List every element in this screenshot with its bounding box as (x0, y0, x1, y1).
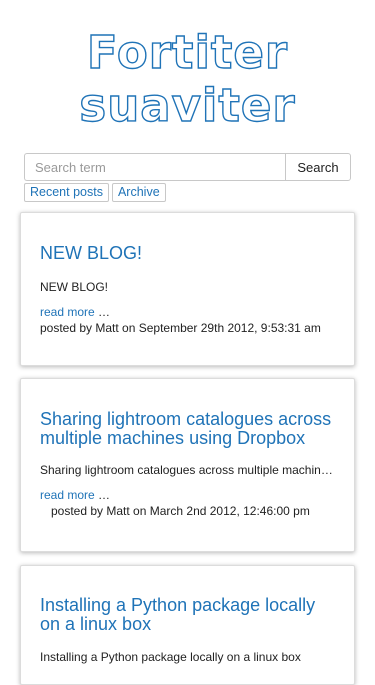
post-meta-block: read more … posted by Matt on September … (40, 304, 335, 336)
post-excerpt: Installing a Python package locally on a… (40, 650, 301, 664)
search-input[interactable] (24, 153, 285, 181)
post-excerpt: Sharing lightroom catalogues across mult… (40, 463, 335, 477)
post-meta: posted by Matt on September 29th 2012, 9… (40, 321, 321, 335)
site-title[interactable]: Fortiter suaviter (0, 25, 375, 132)
search-button[interactable]: Search (285, 153, 351, 181)
post-excerpt: NEW BLOG! (40, 280, 109, 294)
post-title[interactable]: Installing a Python package locally on a… (40, 596, 335, 634)
archive-link[interactable]: Archive (111, 183, 166, 202)
site-title-line-1: Fortiter (86, 25, 289, 79)
post-title[interactable]: NEW BLOG! (40, 244, 335, 263)
post-meta: posted by Matt on March 2nd 2012, 12:46:… (51, 504, 310, 518)
post-card: Installing a Python package locally on a… (20, 565, 355, 685)
post-meta-block: read more … posted by Matt on March 2nd … (40, 487, 335, 519)
site-title-line-2: suaviter (79, 78, 296, 132)
read-more-link[interactable]: read more (40, 488, 95, 502)
ellipsis: … (98, 488, 111, 502)
post-title[interactable]: Sharing lightroom catalogues across mult… (40, 410, 335, 448)
read-more-link[interactable]: read more (40, 305, 95, 319)
ellipsis: … (98, 305, 111, 319)
nav-links: Recent posts Archive (24, 183, 166, 202)
recent-posts-link[interactable]: Recent posts (24, 183, 109, 202)
search-form: Search (24, 153, 351, 181)
post-card: NEW BLOG! NEW BLOG! read more … posted b… (20, 212, 355, 366)
post-card: Sharing lightroom catalogues across mult… (20, 378, 355, 552)
